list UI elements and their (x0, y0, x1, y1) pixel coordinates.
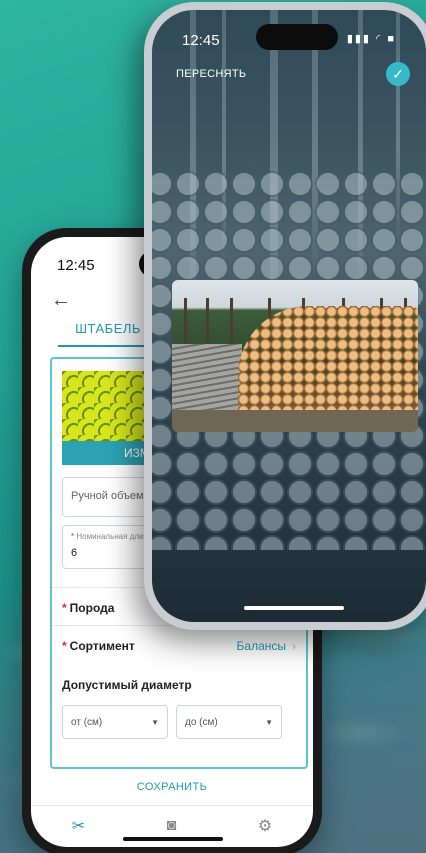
photo-ground (172, 410, 418, 432)
status-icons: ▮▮▮ ◜ ■ (346, 33, 396, 45)
home-indicator (244, 606, 344, 610)
tab-stack[interactable]: ШТАБЕЛЬ (58, 321, 158, 336)
tools-icon[interactable]: ✂ (72, 816, 85, 836)
photo-log-stack (238, 306, 418, 410)
diameter-from-placeholder: от (см) (71, 716, 103, 728)
check-icon[interactable]: ✓ (386, 62, 410, 86)
chevron-right-icon: › (292, 638, 296, 653)
status-time: 12:45 (182, 32, 220, 49)
gear-icon[interactable]: ⚙ (258, 816, 272, 836)
camera-screen: 12:45 ▮▮▮ ◜ ■ ПЕРЕСНЯТЬ ✓ (152, 10, 426, 622)
diameter-from-select[interactable]: от (см) ▼ (62, 705, 168, 739)
camera-phone: 12:45 ▮▮▮ ◜ ■ ПЕРЕСНЯТЬ ✓ (144, 2, 426, 630)
retake-button[interactable]: ПЕРЕСНЯТЬ (176, 68, 246, 80)
stack-photo-thumbnail (62, 371, 152, 441)
caret-down-icon: ▼ (265, 717, 273, 727)
arrow-left-icon[interactable]: ← (51, 289, 71, 312)
photo-felled-trunks (172, 344, 242, 412)
assortment-value: Балансы › (236, 638, 296, 653)
camera-icon[interactable]: ◙ (167, 817, 177, 835)
diameter-to-placeholder: до (см) (185, 716, 218, 728)
assortment-row[interactable]: * Сортимент Балансы › (52, 625, 306, 665)
diameter-to-select[interactable]: до (см) ▼ (176, 705, 282, 739)
dynamic-island (256, 24, 338, 50)
home-indicator (123, 837, 223, 841)
caret-down-icon: ▼ (151, 717, 159, 727)
status-time: 12:45 (57, 257, 95, 274)
breed-label: * Порода (62, 600, 115, 615)
save-button[interactable]: СОХРАНИТЬ (31, 781, 313, 793)
captured-photo-preview (172, 280, 418, 432)
assortment-label: * Сортимент (62, 638, 135, 653)
diameter-label: Допустимый диаметр (62, 678, 192, 692)
